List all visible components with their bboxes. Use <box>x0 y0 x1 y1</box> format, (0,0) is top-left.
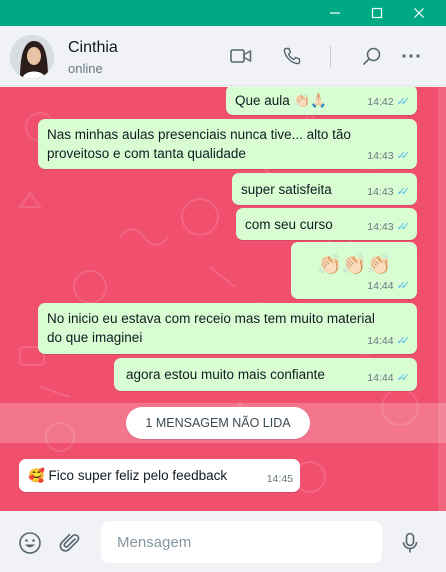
contact-status: online <box>68 61 103 76</box>
message-input[interactable] <box>101 521 382 563</box>
attach-icon[interactable] <box>57 530 83 556</box>
video-call-icon[interactable] <box>229 44 253 68</box>
message-time: 14:42 <box>367 96 394 108</box>
more-options-icon[interactable] <box>399 44 423 68</box>
message-text: agora estou muito mais confiante <box>126 367 325 382</box>
message-text-line: Nas minhas aulas presenciais nunca tive.… <box>47 127 351 142</box>
read-receipt-icon: ✓✓ <box>396 280 411 292</box>
message-time: 14:44 <box>367 280 394 292</box>
avatar[interactable] <box>10 35 54 79</box>
minimize-icon[interactable] <box>314 0 356 26</box>
message-bubble-outgoing[interactable]: Nas minhas aulas presenciais nunca tive.… <box>38 119 417 169</box>
message-text-line: do que imaginei <box>47 330 143 345</box>
message-text: super satisfeita <box>241 182 332 197</box>
message-composer <box>0 511 446 572</box>
message-bubble-incoming[interactable]: 🥰 Fico super feliz pelo feedback 14:45 <box>19 459 300 492</box>
message-text: com seu curso <box>245 217 333 232</box>
message-text: 🥰 Fico super feliz pelo feedback <box>28 468 228 483</box>
chat-header: Cinthia online <box>0 26 446 86</box>
read-receipt-icon: ✓✓ <box>396 96 411 108</box>
message-time: 14:44 <box>367 372 394 384</box>
message-bubble-outgoing[interactable]: Que aula 👏🏻🙏🏻 14:42 ✓✓ <box>226 87 417 115</box>
chat-scrollbar[interactable] <box>438 87 446 511</box>
message-time: 14:43 <box>367 150 394 162</box>
message-bubble-outgoing[interactable]: com seu curso 14:43 ✓✓ <box>236 208 417 240</box>
message-time: 14:44 <box>367 335 394 347</box>
search-icon[interactable] <box>360 44 384 68</box>
header-divider <box>330 46 331 68</box>
window-titlebar <box>0 0 446 26</box>
read-receipt-icon: ✓✓ <box>396 221 411 233</box>
contact-name: Cinthia <box>68 39 118 56</box>
message-emoji: 👏🏻👏🏻👏🏻 <box>317 254 392 276</box>
message-text-line: proveitoso e com tanta qualidade <box>47 146 246 161</box>
message-text: Que aula 👏🏻🙏🏻 <box>235 93 328 108</box>
message-text-line: No inicio eu estava com receio mas tem m… <box>47 311 375 326</box>
message-time: 14:43 <box>367 186 394 198</box>
message-bubble-outgoing[interactable]: super satisfeita 14:43 ✓✓ <box>232 173 417 205</box>
emoji-icon[interactable] <box>17 530 43 556</box>
message-bubble-outgoing[interactable]: No inicio eu estava com receio mas tem m… <box>38 303 417 354</box>
message-bubble-outgoing[interactable]: 👏🏻👏🏻👏🏻 14:44 ✓✓ <box>291 242 417 299</box>
message-time: 14:45 <box>266 473 293 485</box>
message-time: 14:43 <box>367 221 394 233</box>
chat-area[interactable]: Que aula 👏🏻🙏🏻 14:42 ✓✓ Nas minhas aulas p… <box>0 87 446 511</box>
read-receipt-icon: ✓✓ <box>396 335 411 347</box>
close-icon[interactable] <box>398 0 440 26</box>
read-receipt-icon: ✓✓ <box>396 186 411 198</box>
unread-messages-badge: 1 MENSAGEM NÃO LIDA <box>126 407 310 439</box>
maximize-icon[interactable] <box>356 0 398 26</box>
message-bubble-outgoing[interactable]: agora estou muito mais confiante 14:44 ✓✓ <box>114 358 417 391</box>
read-receipt-icon: ✓✓ <box>396 150 411 162</box>
microphone-icon[interactable] <box>397 530 423 556</box>
read-receipt-icon: ✓✓ <box>396 372 411 384</box>
voice-call-icon[interactable] <box>280 44 304 68</box>
